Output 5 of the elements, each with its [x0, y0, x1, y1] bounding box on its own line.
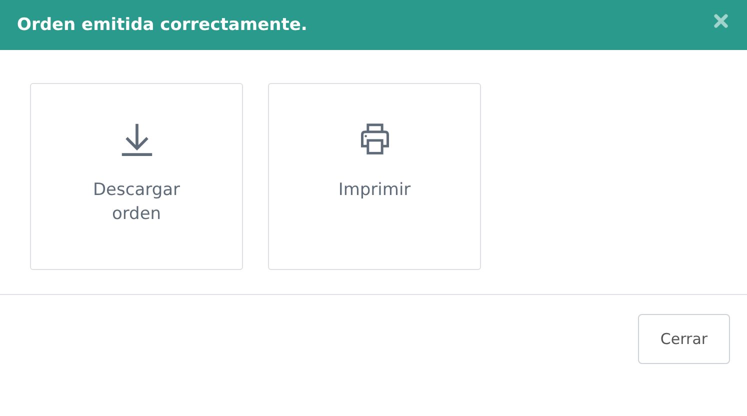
- close-icon[interactable]: [713, 13, 729, 29]
- dialog-title: Orden emitida correctamente.: [17, 15, 308, 35]
- download-button[interactable]: Descargar orden: [30, 83, 243, 270]
- print-button[interactable]: Imprimir: [268, 83, 481, 270]
- close-button[interactable]: Cerrar: [638, 314, 730, 364]
